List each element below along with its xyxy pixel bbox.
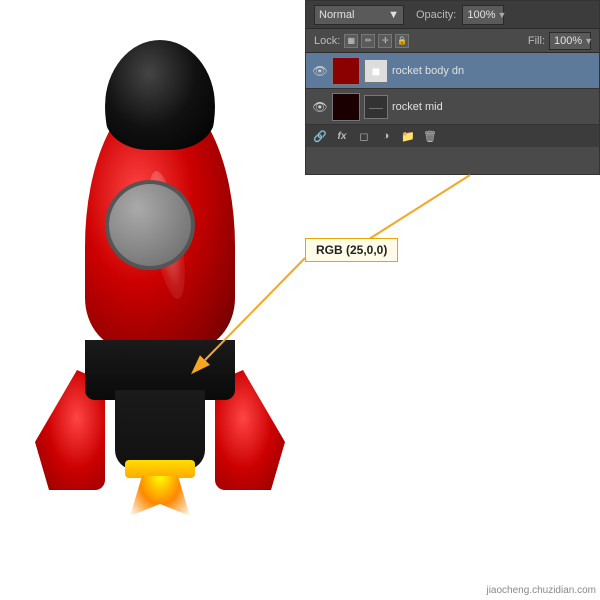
lock-position-icon[interactable]: ✛ bbox=[378, 34, 392, 48]
watermark: jiaocheng.chuzidian.com bbox=[486, 585, 596, 596]
layer-visibility-eye-2[interactable]: 👁 bbox=[312, 99, 328, 115]
lock-all-icon[interactable]: 🔒 bbox=[395, 34, 409, 48]
rgb-value: RGB (25,0,0) bbox=[316, 243, 387, 257]
lock-label: Lock: bbox=[314, 35, 340, 47]
lock-icons: ▦ ✏ ✛ 🔒 bbox=[344, 34, 409, 48]
lock-paint-icon[interactable]: ✏ bbox=[361, 34, 375, 48]
rocket-illustration bbox=[30, 30, 290, 570]
layer-mask-1: ■ bbox=[364, 59, 388, 83]
layers-panel: Normal ▼ Opacity: 100% ▼ Lock: ▦ ✏ ✛ 🔒 F… bbox=[305, 0, 600, 175]
layer-name-1: rocket body dn bbox=[392, 65, 593, 77]
blend-mode-arrow: ▼ bbox=[388, 9, 399, 21]
trash-icon[interactable]: 🗑 bbox=[422, 128, 438, 144]
layer-name-2: rocket mid bbox=[392, 101, 593, 113]
panel-footer: 🔗 fx ◻ ◑ 📁 🗑 bbox=[306, 125, 599, 147]
fill-input[interactable]: 100% ▼ bbox=[549, 32, 591, 50]
layer-row-rocket-body-dn[interactable]: 👁 ■ rocket body dn bbox=[306, 53, 599, 89]
rocket-nose-cone bbox=[105, 40, 215, 150]
fill-arrow: ▼ bbox=[584, 36, 593, 46]
layer-mask-2: — bbox=[364, 95, 388, 119]
layer-thumb-1 bbox=[332, 57, 360, 85]
layer-visibility-eye-1[interactable]: 👁 bbox=[312, 63, 328, 79]
opacity-arrow: ▼ bbox=[498, 10, 507, 20]
fill-label: Fill: bbox=[528, 35, 545, 47]
blend-mode-value: Normal bbox=[319, 9, 354, 21]
panel-header-row2: Lock: ▦ ✏ ✛ 🔒 Fill: 100% ▼ bbox=[306, 29, 599, 53]
adjustment-icon[interactable]: ◑ bbox=[378, 128, 394, 144]
opacity-input[interactable]: 100% ▼ bbox=[462, 5, 504, 25]
panel-header-row1: Normal ▼ Opacity: 100% ▼ bbox=[306, 1, 599, 29]
blend-mode-select[interactable]: Normal ▼ bbox=[314, 5, 404, 25]
rocket-nozzle-body bbox=[115, 390, 205, 470]
rocket-window bbox=[105, 180, 195, 270]
rocket-nozzle-ring bbox=[125, 460, 195, 478]
folder-icon[interactable]: 📁 bbox=[400, 128, 416, 144]
link-icon[interactable]: 🔗 bbox=[312, 128, 328, 144]
layer-thumb-2 bbox=[332, 93, 360, 121]
rocket-flame bbox=[130, 476, 190, 516]
lock-transparency-icon[interactable]: ▦ bbox=[344, 34, 358, 48]
opacity-label: Opacity: bbox=[416, 9, 456, 21]
fx-icon[interactable]: fx bbox=[334, 128, 350, 144]
rgb-tooltip: RGB (25,0,0) bbox=[305, 238, 398, 262]
layer-row-rocket-mid[interactable]: 👁 — rocket mid bbox=[306, 89, 599, 125]
mask-icon[interactable]: ◻ bbox=[356, 128, 372, 144]
